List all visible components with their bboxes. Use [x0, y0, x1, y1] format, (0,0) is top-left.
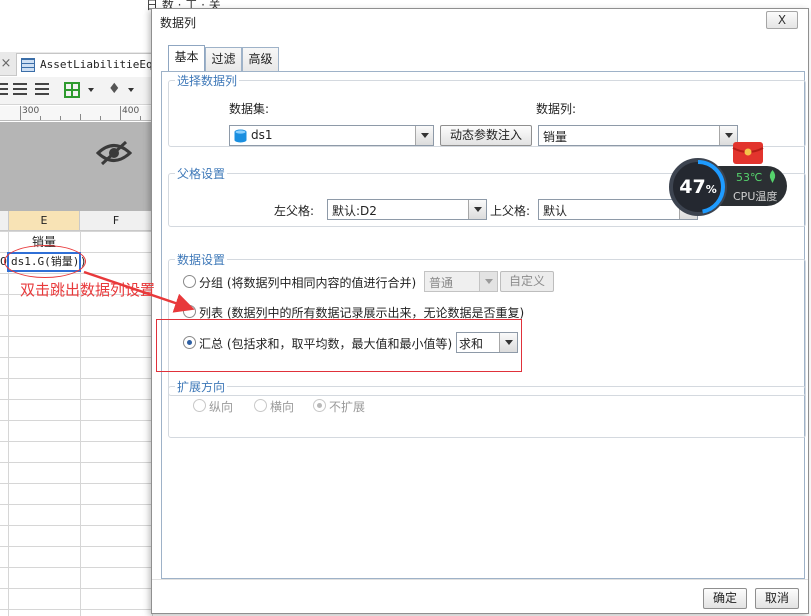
align-right-icon[interactable] [35, 83, 49, 95]
chevron-down-icon[interactable] [415, 126, 433, 145]
red-packet-icon[interactable] [729, 140, 767, 166]
horizontal-option-label: 横向 [270, 400, 295, 414]
cpu-usage-value: 47 [679, 176, 706, 198]
group-legend: 数据设置 [177, 253, 226, 267]
align-left-icon[interactable] [0, 83, 8, 95]
left-parent-value: 默认:D2 [332, 204, 377, 218]
border-icon[interactable] [64, 82, 80, 98]
group-mode-select: 普通 [424, 271, 498, 292]
vertical-option-label: 纵向 [209, 400, 234, 414]
report-file-icon [21, 58, 35, 72]
dynamic-param-button[interactable]: 动态参数注入 [440, 125, 532, 146]
annotation-ellipse [4, 245, 86, 278]
column-header-f[interactable]: F [80, 211, 152, 231]
group-legend: 扩展方向 [177, 380, 226, 394]
ruler-mark: 300 [22, 106, 40, 116]
close-button[interactable]: X [766, 11, 798, 29]
tab-advanced[interactable]: 高级 [242, 47, 279, 71]
database-icon [234, 129, 247, 143]
left-parent-label: 左父格: [274, 204, 315, 218]
cpu-percent-sign: % [705, 183, 717, 196]
report-tab[interactable]: AssetLiabilitieEqui [16, 53, 166, 76]
left-parent-select[interactable]: 默认:D2 [327, 199, 487, 220]
no-expand-option-label: 不扩展 [329, 400, 366, 414]
group-option-label: 分组 (将数据列中相同内容的值进行合并) [199, 276, 417, 290]
report-tab-label: AssetLiabilitieEqui [40, 58, 166, 71]
chevron-down-icon[interactable] [128, 88, 134, 92]
cpu-usage: 47% [669, 158, 727, 216]
dataset-label: 数据集: [229, 102, 270, 116]
dataset-value: ds1 [251, 128, 273, 142]
list-radio[interactable] [183, 305, 196, 318]
summary-highlight-box [156, 319, 522, 372]
format-toolbar: ♦ [0, 77, 160, 105]
top-parent-label: 上父格: [490, 204, 531, 218]
eye-hidden-icon [96, 140, 132, 166]
tab-close-icon[interactable]: × [0, 56, 12, 72]
top-parent-value: 默认 [543, 204, 568, 218]
horizontal-radio [254, 399, 267, 412]
data-column-dialog: 数据列 X 基本 过滤 高级 选择数据列 数据集: ds1 动态参数注入 数据列… [151, 8, 809, 614]
horizontal-ruler: 300 400 [0, 106, 160, 121]
dataset-select[interactable]: ds1 [229, 125, 434, 146]
group-radio[interactable] [183, 275, 196, 288]
custom-button: 自定义 [500, 271, 554, 292]
chevron-down-icon[interactable] [88, 88, 94, 92]
column-header-e[interactable]: E [8, 211, 80, 231]
annotation-text: 双击跳出数据列设置 [20, 281, 156, 299]
column-label: 数据列: [536, 102, 577, 116]
group-legend: 选择数据列 [177, 74, 238, 88]
tab-filter[interactable]: 过滤 [205, 47, 242, 71]
vertical-radio [193, 399, 206, 412]
leaf-icon [769, 170, 776, 183]
dialog-title: 数据列 [160, 16, 197, 30]
dialog-body: 基本 过滤 高级 选择数据列 数据集: ds1 动态参数注入 数据列: 销量 父… [156, 41, 806, 579]
fill-color-icon[interactable]: ♦ [108, 81, 121, 97]
no-expand-radio [313, 399, 326, 412]
cpu-temperature: 53℃ [736, 171, 763, 184]
cpu-monitor-widget[interactable]: 47% 53℃ CPU温度 [669, 140, 787, 232]
align-center-icon[interactable] [13, 83, 27, 95]
hidden-area [0, 122, 160, 211]
ok-button[interactable]: 确定 [703, 588, 747, 609]
chevron-down-icon[interactable] [468, 200, 486, 219]
ruler-mark: 400 [122, 106, 140, 116]
chevron-down-icon [479, 272, 497, 291]
tab-basic[interactable]: 基本 [168, 45, 205, 71]
cpu-label: CPU温度 [733, 190, 778, 203]
column-value: 销量 [543, 130, 568, 144]
group-legend: 父格设置 [177, 167, 226, 181]
group-mode-value: 普通 [429, 276, 454, 290]
footer-separator [152, 579, 808, 580]
dialog-title-bar[interactable]: 数据列 X [152, 9, 808, 35]
cancel-button[interactable]: 取消 [755, 588, 799, 609]
